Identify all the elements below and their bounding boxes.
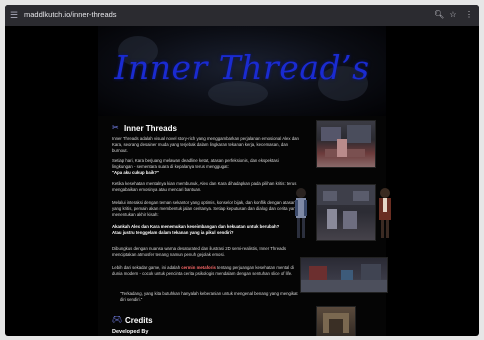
main-content: ✂ Inner Threads Inner Threads adalah vis… (98, 116, 391, 336)
paragraph-mirror-emphasis: cermin metaforis (181, 265, 216, 270)
paragraph-daily: Setiap hari, Kara berjuang melawan deadl… (112, 158, 300, 176)
question-two: Atau justru tenggelam dalam tekanan yang… (112, 230, 234, 236)
browser-toolbar: ☰ maddlkutch.io/inner-threads 🔍︎ ☆ ⋮ (5, 5, 479, 26)
character-boss-sprite (379, 188, 391, 238)
room-scene-illustration (323, 313, 349, 333)
browser-window: ☰ maddlkutch.io/inner-threads 🔍︎ ☆ ⋮ Inn… (5, 5, 479, 336)
section-title-credits: Credits (125, 316, 153, 325)
paragraph-questions: Akankah Alex dan Kara menemukan keseimba… (112, 224, 300, 236)
hero-banner: Inner Thread’s (98, 26, 386, 116)
bookmark-star-icon[interactable]: ☆ (448, 10, 458, 20)
section-title-about: Inner Threads (124, 124, 177, 133)
paragraph-mirror-a: Lebih dari sekadar game, ini adalah (112, 265, 182, 270)
site-settings-icon[interactable]: ☰ (10, 11, 19, 20)
url-bar[interactable]: maddlkutch.io/inner-threads (24, 10, 117, 19)
office-scene-illustration (321, 125, 371, 157)
paragraph-daily-quote: "Apa aku cukup baik?" (112, 170, 160, 176)
question-one: Akankah Alex dan Kara menemukan keseimba… (112, 224, 280, 229)
paragraph-style: Dibungkus dengan nuansa warna desaturate… (112, 246, 287, 258)
closing-quote: "Terkadang, yang kita butuhkan hanyalah … (120, 291, 298, 303)
street-scene-illustration (301, 264, 387, 292)
hallway-scene-illustration (317, 185, 375, 229)
extensions-icon[interactable]: ⋮ (464, 10, 474, 20)
gamepad-icon: 🎮︎ (112, 315, 123, 324)
screenshot-office-thumbnail (316, 120, 376, 168)
paragraph-choices: Melalui interaksi dengan teman sekantor … (112, 200, 299, 218)
paragraph-mirror: Lebih dari sekadar game, ini adalah cerm… (112, 265, 300, 277)
page-title: Inner Thread’s (114, 48, 370, 87)
paragraph-intro: Inner Threads adalah visual novel story-… (112, 136, 299, 154)
thread-icon: ✂ (112, 123, 119, 132)
paragraph-daily-text: Setiap hari, Kara berjuang melawan deadl… (112, 158, 279, 170)
screenshot-room-thumbnail (316, 306, 356, 336)
screenshot-hallway-thumbnail (316, 184, 376, 241)
screenshot-street-thumbnail (300, 257, 388, 293)
paragraph-crisis: Ketika kesehatan mentalnya kian membunuk… (112, 181, 297, 193)
zoom-icon[interactable]: 🔍︎ (434, 10, 444, 20)
screenshot-frame: ☰ maddlkutch.io/inner-threads 🔍︎ ☆ ⋮ Inn… (0, 0, 484, 340)
character-alex-sprite (295, 188, 307, 238)
developed-by-label: Developed By (112, 329, 149, 335)
